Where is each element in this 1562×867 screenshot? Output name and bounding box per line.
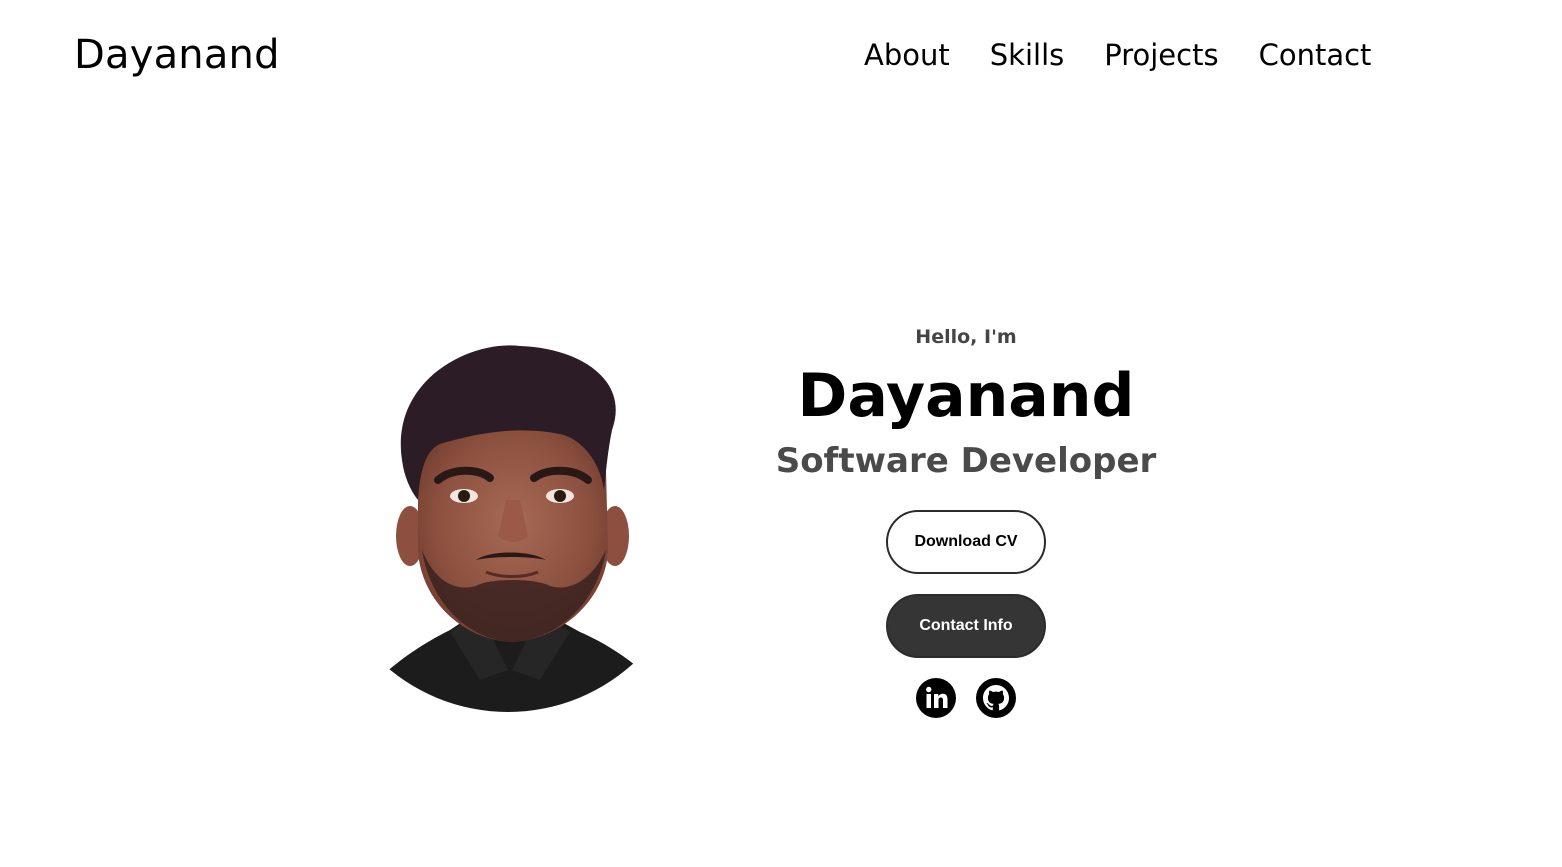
portfolio-page: Dayanand About Skills Projects Contact H…	[0, 0, 1562, 867]
hero-name: Dayanand	[797, 361, 1135, 431]
hero-greeting: Hello, I'm	[915, 326, 1017, 348]
hero-section: Hello, I'm Dayanand Software Developer D…	[766, 322, 1166, 718]
hero-role: Software Developer	[775, 441, 1157, 481]
profile-photo	[330, 340, 700, 712]
nav-link-projects[interactable]: Projects	[1104, 36, 1218, 74]
nav-link-contact[interactable]: Contact	[1259, 36, 1372, 74]
nav-link-about[interactable]: About	[864, 36, 950, 74]
brand-logo[interactable]: Dayanand	[74, 30, 280, 80]
github-icon[interactable]	[976, 678, 1016, 718]
social-links	[766, 678, 1166, 718]
download-cv-button[interactable]: Download CV	[886, 510, 1046, 574]
contact-info-button[interactable]: Contact Info	[886, 594, 1046, 658]
linkedin-icon[interactable]	[916, 678, 956, 718]
main-nav: About Skills Projects Contact	[864, 36, 1371, 74]
nav-link-skills[interactable]: Skills	[990, 36, 1064, 74]
